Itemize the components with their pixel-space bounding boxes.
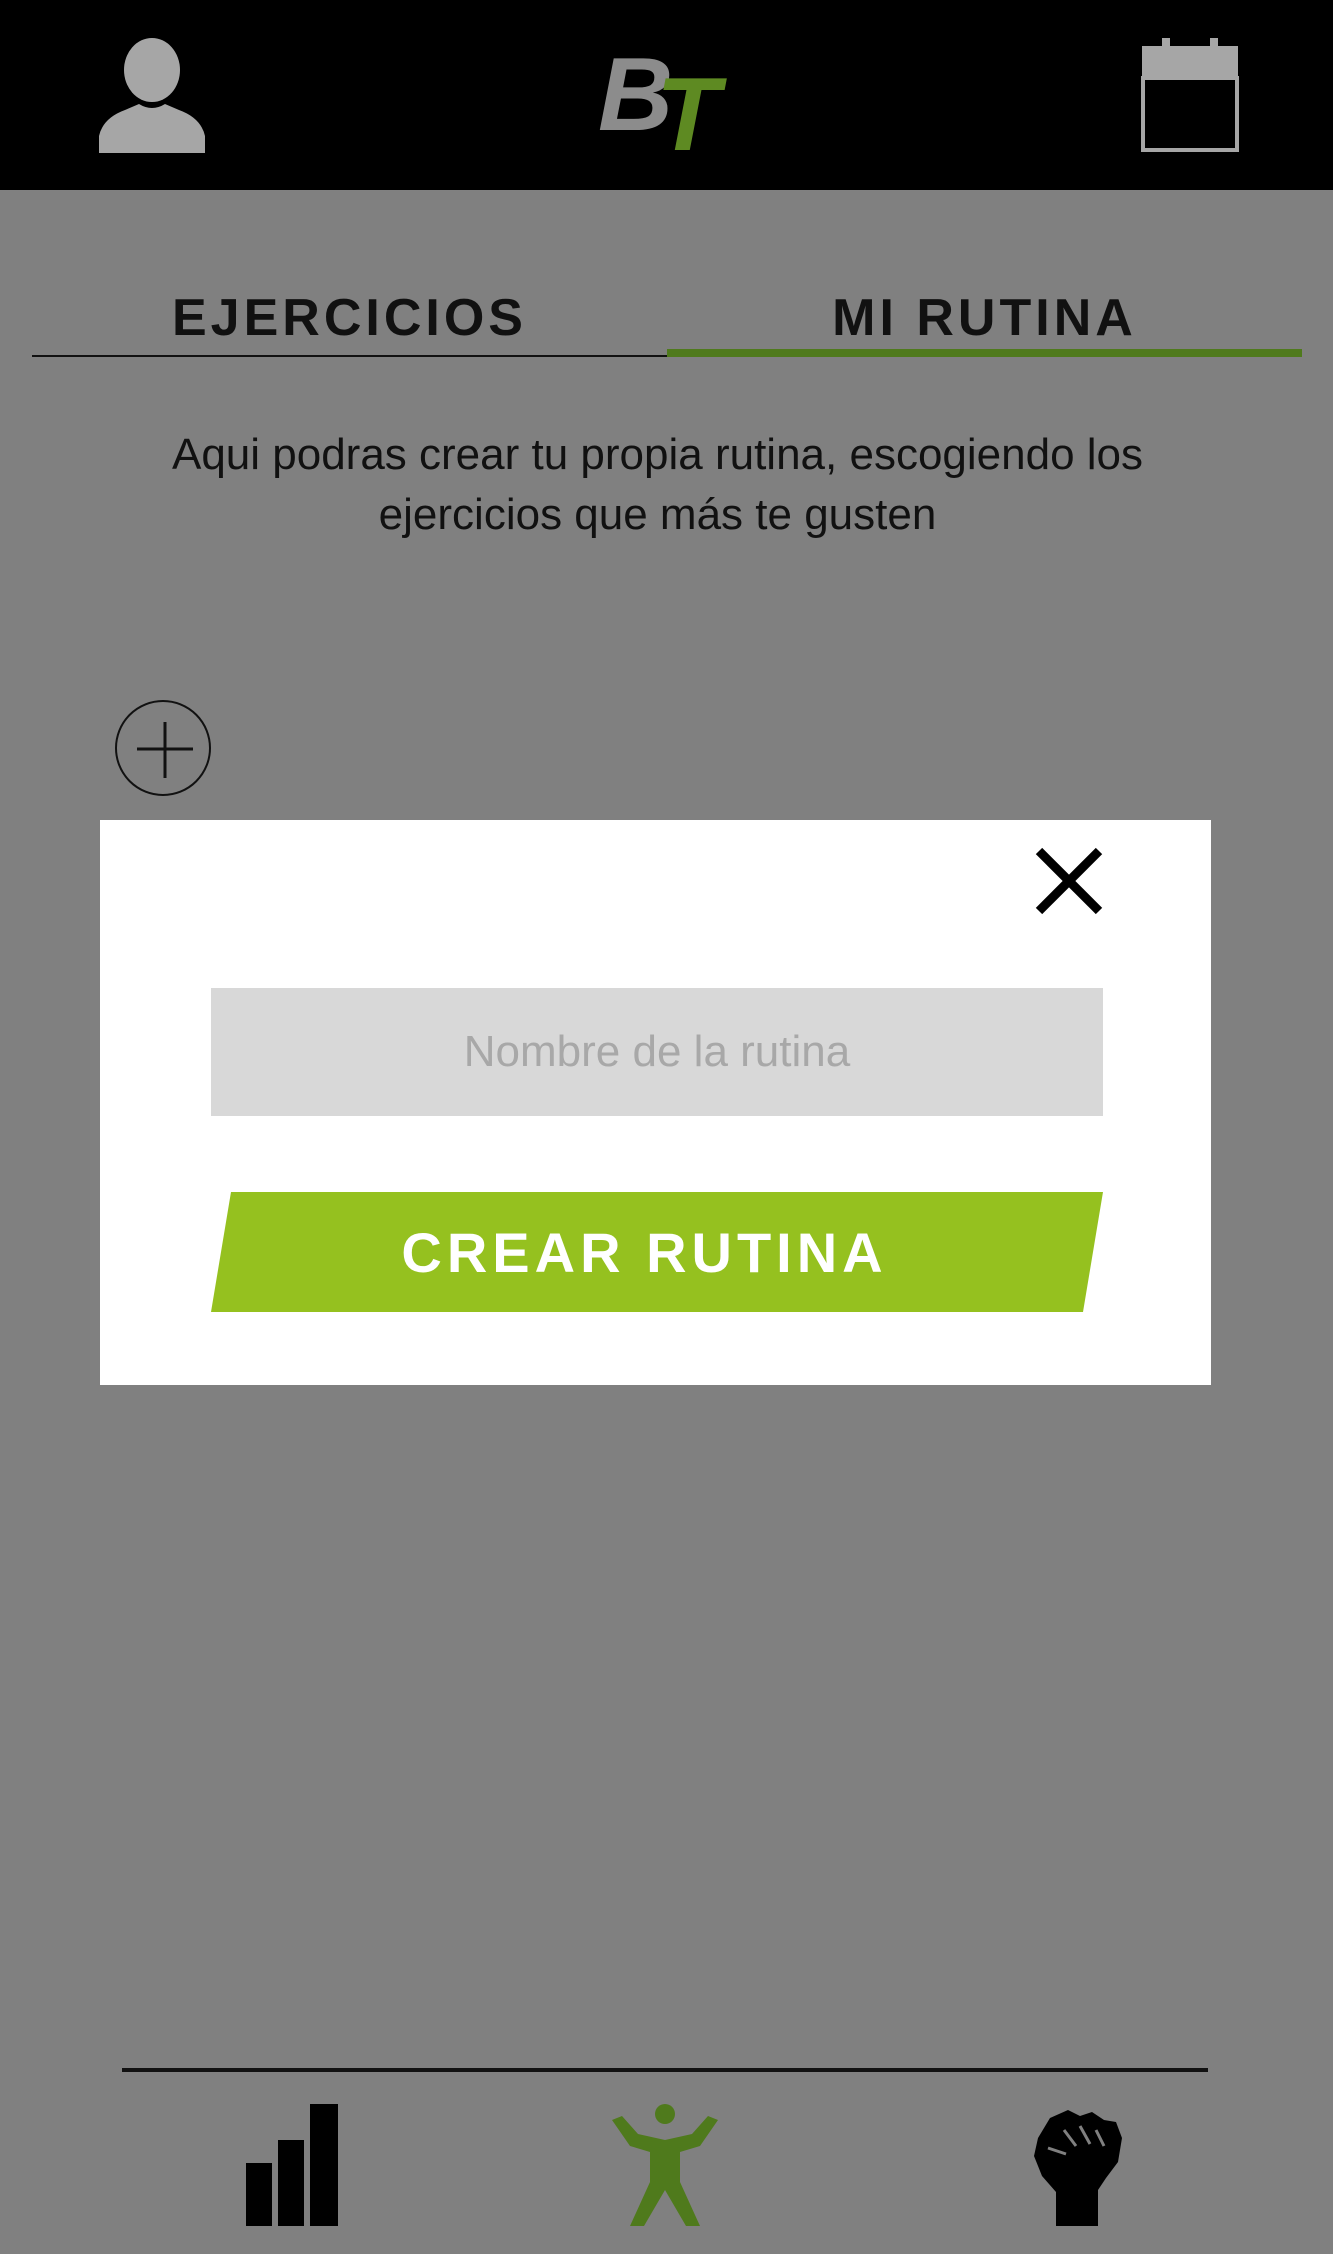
nav-exercise-button[interactable]	[608, 2100, 723, 2230]
person-exercise-icon	[612, 2104, 718, 2226]
nav-stats-button[interactable]	[242, 2100, 342, 2230]
create-routine-button[interactable]: CREAR RUTINA	[211, 1192, 1103, 1312]
active-tab-indicator	[667, 349, 1302, 357]
bar-chart-icon	[246, 2104, 338, 2226]
plus-circle-icon	[137, 722, 193, 778]
svg-text:T: T	[656, 57, 727, 156]
tab-bar: EJERCICIOS MI RUTINA	[32, 270, 1302, 360]
create-routine-modal: CREAR RUTINA	[100, 820, 1211, 1385]
top-bar: B T	[0, 0, 1333, 190]
add-routine-button[interactable]	[115, 700, 211, 796]
intro-text: Aqui podras crear tu propia rutina, esco…	[171, 430, 1144, 539]
user-icon[interactable]	[95, 38, 210, 153]
calendar-icon[interactable]	[1140, 38, 1240, 153]
routine-name-input[interactable]	[211, 988, 1103, 1116]
tab-ejercicios[interactable]: EJERCICIOS	[32, 270, 667, 360]
nav-strength-button[interactable]	[1028, 2100, 1128, 2230]
bottom-nav-divider	[122, 2068, 1208, 2072]
create-routine-label: CREAR RUTINA	[401, 1220, 888, 1284]
close-icon[interactable]	[1033, 845, 1105, 917]
app-logo[interactable]: B T	[594, 37, 735, 173]
fist-icon	[1034, 2110, 1122, 2226]
tab-mi-rutina[interactable]: MI RUTINA	[667, 270, 1302, 360]
